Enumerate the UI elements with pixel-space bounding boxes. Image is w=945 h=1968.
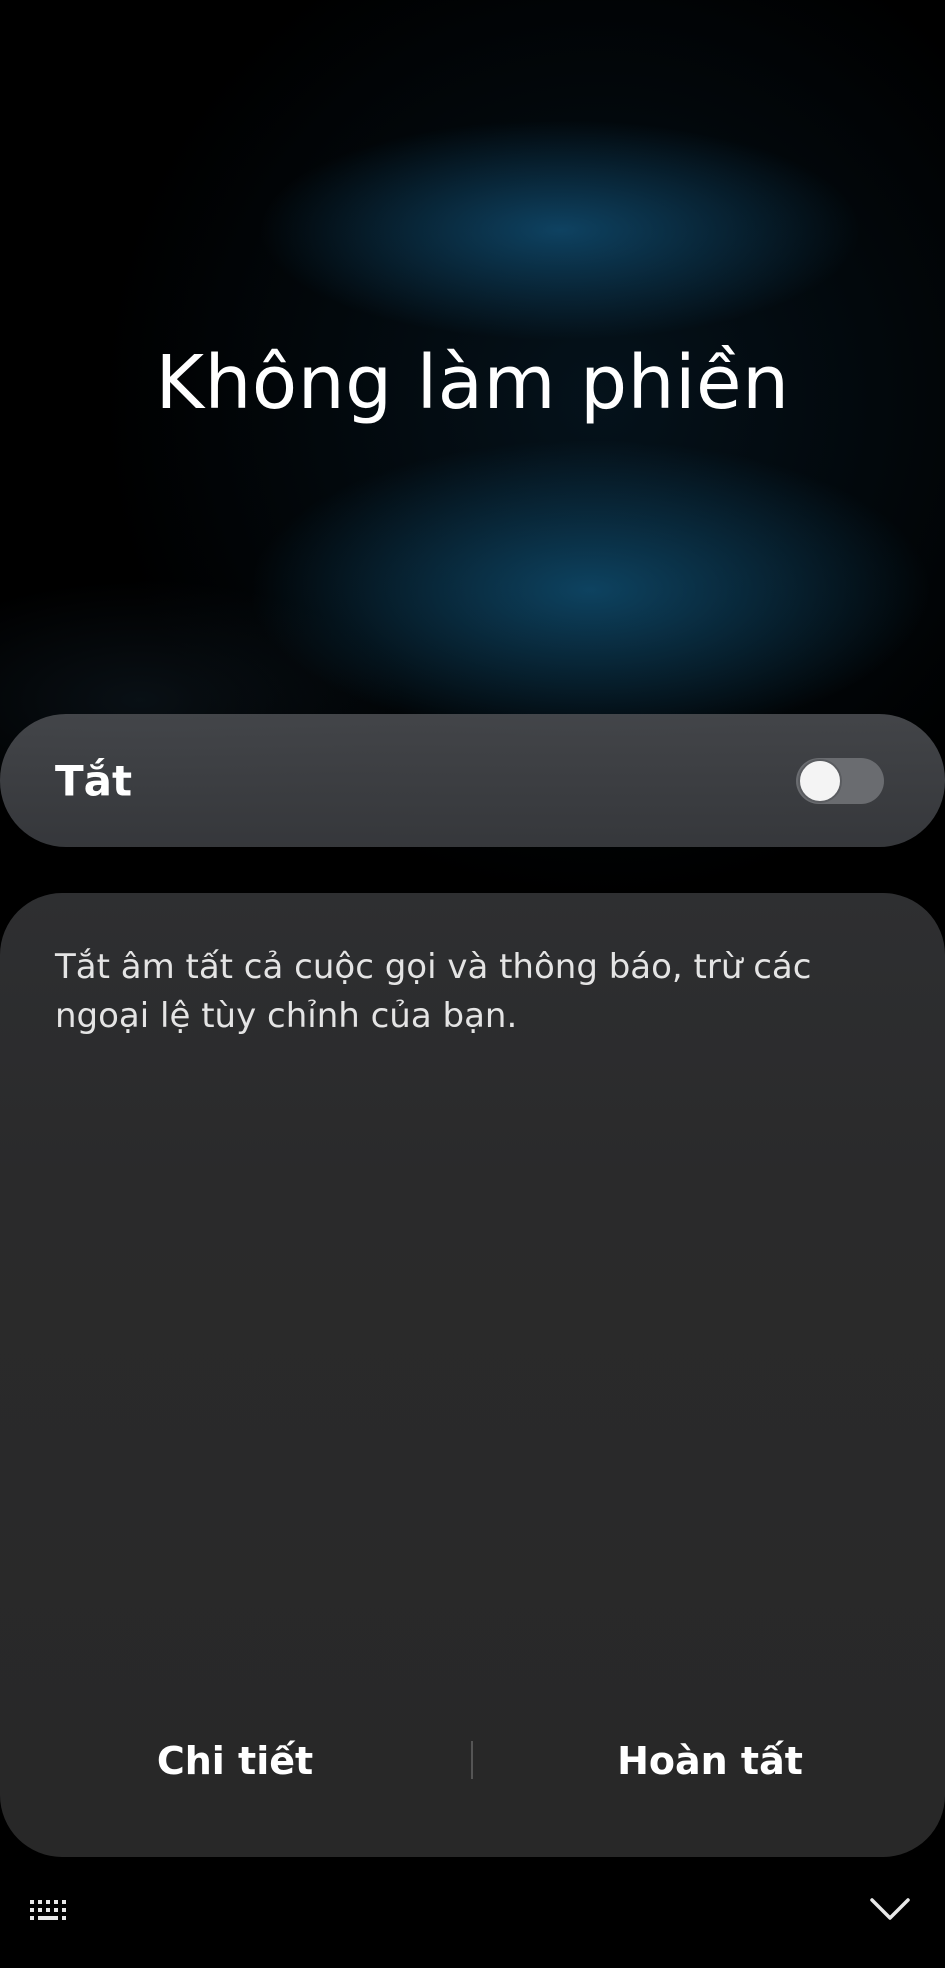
- description-panel: Tắt âm tất cả cuộc gọi và thông báo, trừ…: [0, 893, 945, 1857]
- chevron-down-icon[interactable]: [868, 1890, 912, 1926]
- switch-knob: [798, 758, 842, 803]
- navigation-bar: [0, 1870, 945, 1968]
- done-button[interactable]: Hoàn tất: [500, 1721, 920, 1801]
- dnd-toggle-row[interactable]: Tắt: [0, 714, 945, 847]
- description-text: Tắt âm tất cả cuộc gọi và thông báo, trừ…: [55, 947, 812, 1036]
- details-button[interactable]: Chi tiết: [25, 1721, 445, 1801]
- dnd-switch[interactable]: [796, 757, 884, 804]
- screen: Không làm phiền Tắt Tắt âm tất cả cuộc g…: [0, 0, 945, 1968]
- page-title: Không làm phiền: [155, 340, 790, 426]
- toggle-state-label: Tắt: [55, 756, 133, 805]
- action-bar: Chi tiết Hoàn tất: [0, 1721, 945, 1801]
- action-divider: [471, 1741, 473, 1779]
- keyboard-icon[interactable]: [28, 1898, 72, 1924]
